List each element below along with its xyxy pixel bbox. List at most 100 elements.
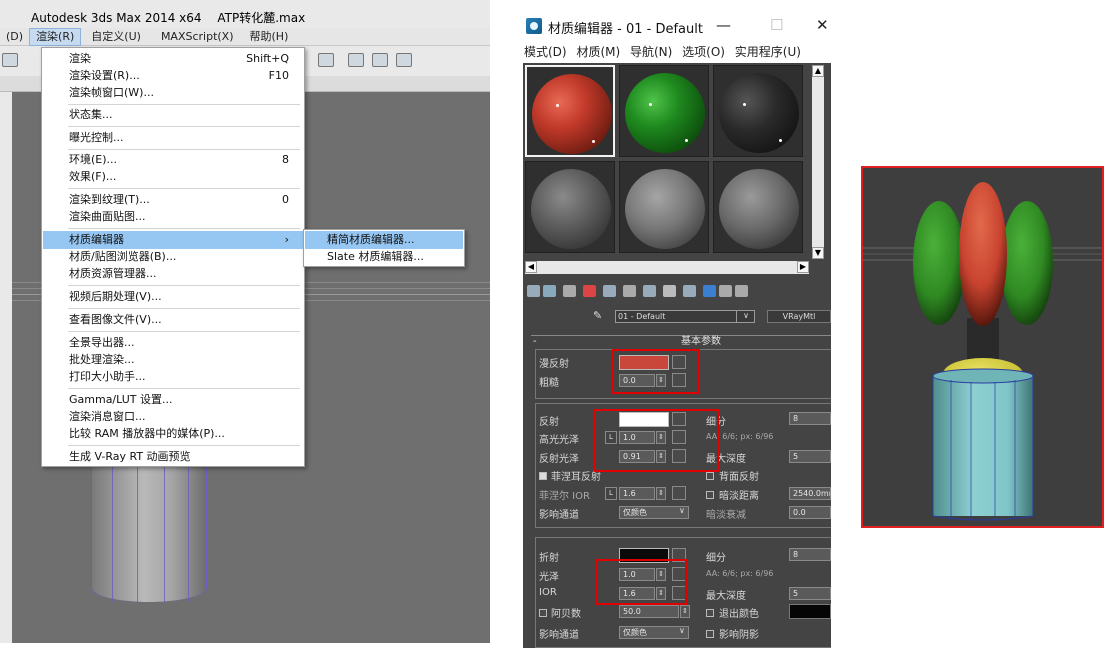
menu-item-exposure-control[interactable]: 曝光控制... xyxy=(43,129,303,147)
menu-edit[interactable]: (D) xyxy=(0,28,29,46)
scroll-right-icon[interactable]: ▶ xyxy=(797,261,809,273)
sample-slot-4[interactable] xyxy=(525,161,615,253)
show-end-result-icon[interactable] xyxy=(683,285,696,297)
sample-slot-5[interactable] xyxy=(619,161,709,253)
abbe-field[interactable]: 50.0 xyxy=(619,605,679,618)
material-type-button[interactable]: VRayMtl xyxy=(767,310,831,323)
menu-item-vray-rt-preview[interactable]: 生成 V-Ray RT 动画预览 xyxy=(43,448,303,466)
menu-item-slate-material-editor[interactable]: Slate 材质编辑器... xyxy=(305,248,463,266)
sample-slot-3[interactable] xyxy=(713,65,803,157)
dim-distance-checkbox[interactable] xyxy=(706,491,714,499)
refr-max-depth-field[interactable]: 5 xyxy=(789,587,831,600)
fresnel-ior-field[interactable]: 1.6 xyxy=(619,487,655,500)
reflection-label: 反射 xyxy=(539,417,559,428)
menu-item-label: 生成 V-Ray RT 动画预览 xyxy=(69,450,191,463)
menu-item-render-to-texture[interactable]: 渲染到纹理(T)... 0 xyxy=(43,191,303,209)
menu-shortcut: Shift+Q xyxy=(246,52,289,65)
refr-subdivs-field[interactable]: 8 xyxy=(789,548,831,561)
cylinder-object[interactable] xyxy=(91,462,207,602)
render-production-icon[interactable] xyxy=(372,53,388,67)
fresnel-ior-map-button[interactable] xyxy=(672,486,686,500)
assign-to-selection-icon[interactable] xyxy=(563,285,576,297)
menu-item-state-sets[interactable]: 状态集... xyxy=(43,106,303,124)
scroll-down-icon[interactable]: ▼ xyxy=(812,247,824,259)
exit-color-label: 退出颜色 xyxy=(719,609,759,620)
menu-rendering[interactable]: 渲染(R) xyxy=(29,27,82,46)
menu-utilities[interactable]: 实用程序(U) xyxy=(735,45,801,59)
affect-shadows-checkbox[interactable] xyxy=(706,630,714,638)
menu-item-material-map-browser[interactable]: 材质/贴图浏览器(B)... xyxy=(43,248,303,266)
menu-item-panorama-exporter[interactable]: 全景导出器... xyxy=(43,334,303,352)
abbe-checkbox[interactable] xyxy=(539,609,547,617)
render-iterative-icon[interactable] xyxy=(396,53,412,67)
back-side-checkbox[interactable] xyxy=(706,472,714,480)
menu-item-video-post[interactable]: 视频后期处理(V)... xyxy=(43,288,303,306)
fresnel-checkbox[interactable] xyxy=(539,472,547,480)
close-button[interactable]: ✕ xyxy=(816,16,829,34)
basic-params-rollout-header[interactable]: - 基本参数 xyxy=(531,335,831,349)
go-to-parent-icon[interactable] xyxy=(703,285,716,297)
menu-modes[interactable]: 模式(D) xyxy=(524,45,567,59)
fresnel-ior-spinner[interactable]: ⇕ xyxy=(656,487,666,500)
material-editor-window: 材质编辑器 - 01 - Default — ☐ ✕ 模式(D) 材质(M) 导… xyxy=(516,8,831,648)
menu-item-view-image-file[interactable]: 查看图像文件(V)... xyxy=(43,311,303,329)
menu-item-compact-material-editor[interactable]: 精简材质编辑器... xyxy=(305,231,463,249)
menu-customize[interactable]: 自定义(U) xyxy=(85,28,147,46)
chevron-down-icon[interactable]: ∨ xyxy=(736,310,755,323)
material-name-field[interactable]: 01 - Default xyxy=(615,310,755,323)
menu-maxscript[interactable]: MAXScript(X) xyxy=(155,28,240,46)
menu-item-batch-render[interactable]: 批处理渲染... xyxy=(43,351,303,369)
slots-horizontal-scrollbar[interactable]: ◀ ▶ xyxy=(525,261,809,274)
menu-item-render-surface-map[interactable]: 渲染曲面贴图... xyxy=(43,208,303,226)
fresnel-lock-button[interactable]: L xyxy=(605,487,617,500)
menu-item-print-size-assistant[interactable]: 打印大小助手... xyxy=(43,368,303,386)
menu-item-label: 渲染到纹理(T)... xyxy=(69,193,150,206)
abbe-spinner[interactable]: ⇕ xyxy=(680,605,690,618)
menu-options[interactable]: 选项(O) xyxy=(682,45,725,59)
snap-icon[interactable] xyxy=(2,53,18,67)
menu-material[interactable]: 材质(M) xyxy=(576,45,620,59)
make-unique-icon[interactable] xyxy=(603,285,616,297)
menu-navigation[interactable]: 导航(N) xyxy=(630,45,672,59)
maximize-button[interactable]: ☐ xyxy=(770,16,783,34)
menu-item-render[interactable]: 渲染 Shift+Q xyxy=(43,50,303,68)
refl-max-depth-field[interactable]: 5 xyxy=(789,450,831,463)
exit-color-checkbox[interactable] xyxy=(706,609,714,617)
slots-vertical-scrollbar[interactable]: ▲ ▼ xyxy=(812,65,824,259)
scroll-left-icon[interactable]: ◀ xyxy=(525,261,537,273)
put-to-scene-icon[interactable] xyxy=(543,285,556,297)
eyedropper-icon[interactable]: ✎ xyxy=(593,309,605,322)
sample-slot-2[interactable] xyxy=(619,65,709,157)
menu-item-rendered-frame-window[interactable]: 渲染帧窗口(W)... xyxy=(43,84,303,102)
menu-item-material-editor[interactable]: 材质编辑器 › xyxy=(43,231,303,249)
menu-item-effects[interactable]: 效果(F)... xyxy=(43,168,303,186)
menu-item-render-message-window[interactable]: 渲染消息窗口... xyxy=(43,408,303,426)
sample-slot-6[interactable] xyxy=(713,161,803,253)
go-forward-sibling-icon[interactable] xyxy=(719,285,732,297)
menu-item-environment[interactable]: 环境(E)... 8 xyxy=(43,151,303,169)
chevron-down-icon[interactable]: ∨ xyxy=(679,506,685,515)
scroll-up-icon[interactable]: ▲ xyxy=(812,65,824,77)
reset-map-icon[interactable] xyxy=(583,285,596,297)
minimize-button[interactable]: — xyxy=(716,16,731,34)
show-shaded-map-icon[interactable] xyxy=(663,285,676,297)
menu-item-material-explorer[interactable]: 材质资源管理器... xyxy=(43,265,303,283)
menu-help[interactable]: 帮助(H) xyxy=(244,28,295,46)
menu-item-compare-ram-player[interactable]: 比较 RAM 播放器中的媒体(P)... xyxy=(43,425,303,443)
dim-falloff-field[interactable]: 0.0 xyxy=(789,506,831,519)
chevron-down-icon[interactable]: ∨ xyxy=(679,626,685,635)
rollout-title: 基本参数 xyxy=(681,336,721,347)
menu-item-gamma-lut[interactable]: Gamma/LUT 设置... xyxy=(43,391,303,409)
sample-slot-1[interactable] xyxy=(525,65,615,157)
render-setup-icon[interactable] xyxy=(318,53,334,67)
material-editor-submenu: 精简材质编辑器... Slate 材质编辑器... xyxy=(303,229,465,267)
dim-distance-field[interactable]: 2540.0mm xyxy=(789,487,831,500)
exit-color-swatch[interactable] xyxy=(789,604,831,619)
menu-item-render-setup[interactable]: 渲染设置(R)... F10 xyxy=(43,67,303,85)
render-frame-icon[interactable] xyxy=(348,53,364,67)
get-material-icon[interactable] xyxy=(527,285,540,297)
pick-material-icon[interactable] xyxy=(735,285,748,297)
refl-subdivs-field[interactable]: 8 xyxy=(789,412,831,425)
put-to-library-icon[interactable] xyxy=(623,285,636,297)
material-id-icon[interactable] xyxy=(643,285,656,297)
